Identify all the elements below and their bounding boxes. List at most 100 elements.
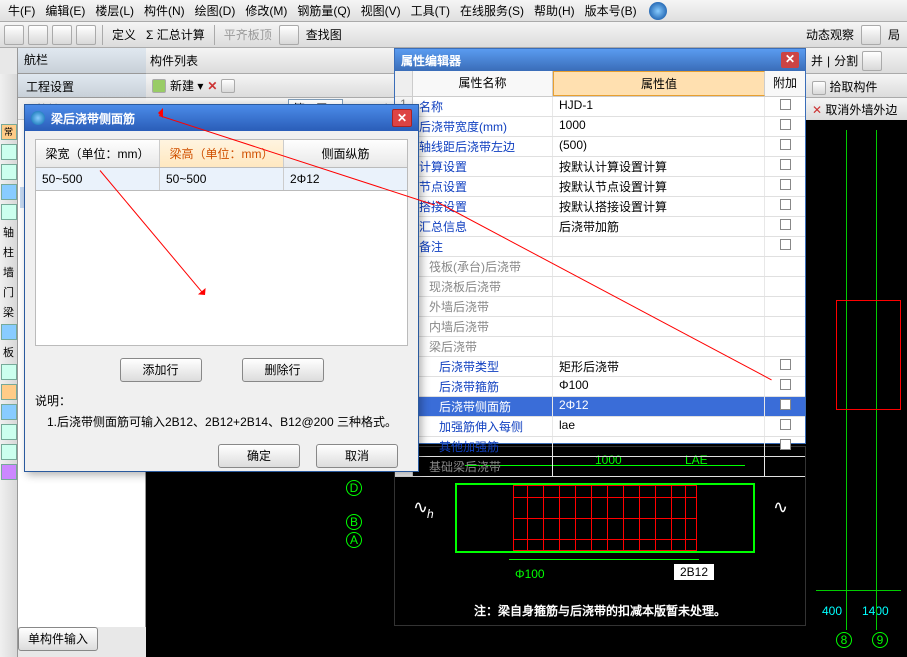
menu-floor[interactable]: 楼层(L) xyxy=(91,0,138,21)
vbtn-4[interactable] xyxy=(1,204,17,220)
prop-value[interactable] xyxy=(553,257,765,276)
tool-btn-5[interactable] xyxy=(279,25,299,45)
prop-row[interactable]: +基础梁后浇带 xyxy=(395,457,805,477)
menu-view[interactable]: 视图(V) xyxy=(357,0,405,21)
checkbox[interactable] xyxy=(780,159,791,170)
checkbox[interactable] xyxy=(780,419,791,430)
prop-extra[interactable] xyxy=(765,217,805,236)
prop-extra[interactable] xyxy=(765,457,805,476)
checkbox[interactable] xyxy=(780,239,791,250)
prop-row[interactable]: 后浇带类型矩形后浇带 xyxy=(395,357,805,377)
menu-online[interactable]: 在线服务(S) xyxy=(456,0,528,21)
search-button[interactable]: 查找图 xyxy=(303,26,345,43)
prop-value[interactable] xyxy=(553,317,765,336)
dialog-titlebar[interactable]: 梁后浇带侧面筋 ✕ xyxy=(25,105,418,131)
prop-extra[interactable] xyxy=(765,297,805,316)
vbtn-1[interactable] xyxy=(1,144,17,160)
checkbox[interactable] xyxy=(780,439,791,450)
prop-extra[interactable] xyxy=(765,337,805,356)
prop-extra[interactable] xyxy=(765,97,805,116)
prop-extra[interactable] xyxy=(765,137,805,156)
checkbox[interactable] xyxy=(780,99,791,110)
cell-height[interactable]: 50~500 xyxy=(160,168,284,190)
prop-row[interactable]: 加强筋伸入每侧lae xyxy=(395,417,805,437)
prop-row[interactable]: 其他加强筋 xyxy=(395,437,805,457)
vbtn-11[interactable] xyxy=(1,464,17,480)
prop-value[interactable]: lae xyxy=(553,417,765,436)
sum-button[interactable]: Σ 汇总计算 xyxy=(143,26,208,43)
col-height[interactable]: 梁高（单位：mm） xyxy=(160,140,284,167)
cancel-wall[interactable]: ✕ 取消外墙外边线 xyxy=(806,98,907,120)
close-x-icon[interactable]: ✕ xyxy=(207,79,217,93)
prop-value[interactable] xyxy=(553,237,765,256)
prop-value[interactable]: HJD-1 xyxy=(553,97,765,116)
prop-value[interactable]: 后浇带加筋 xyxy=(553,217,765,236)
tool-icon[interactable] xyxy=(862,51,882,71)
tool-btn-2[interactable] xyxy=(28,25,48,45)
tool-btn-1[interactable] xyxy=(4,25,24,45)
col-rebar[interactable]: 侧面纵筋 xyxy=(284,140,407,167)
prop-value[interactable] xyxy=(553,337,765,356)
cancel-button[interactable]: 取消 xyxy=(316,444,398,468)
menu-draw[interactable]: 绘图(D) xyxy=(191,0,240,21)
vbtn-5[interactable] xyxy=(1,324,17,340)
tool-btn-6[interactable] xyxy=(861,25,881,45)
menu-modify[interactable]: 修改(M) xyxy=(241,0,291,21)
prop-value[interactable]: 1000 xyxy=(553,117,765,136)
prop-row[interactable]: 后浇带箍筋Φ100 xyxy=(395,377,805,397)
prop-row[interactable]: 1名称HJD-1 xyxy=(395,97,805,117)
menu-help[interactable]: 帮助(H) xyxy=(530,0,579,21)
prop-value[interactable]: 矩形后浇带 xyxy=(553,357,765,376)
pick-component[interactable]: 拾取构件 xyxy=(806,74,907,98)
split-button[interactable]: 分割 xyxy=(834,52,858,69)
prop-extra[interactable] xyxy=(765,317,805,336)
prop-row[interactable]: 后浇带侧面筋2Φ12 xyxy=(395,397,805,417)
single-component-button[interactable]: 单构件输入 xyxy=(18,627,98,651)
project-header[interactable]: 工程设置 xyxy=(18,74,146,98)
cell-width[interactable]: 50~500 xyxy=(36,168,160,190)
prop-row[interactable]: 后浇带宽度(mm)1000 xyxy=(395,117,805,137)
vbtn-10[interactable] xyxy=(1,444,17,460)
prop-extra[interactable] xyxy=(765,177,805,196)
prop-row[interactable]: 搭接设置按默认搭接设置计算 xyxy=(395,197,805,217)
prop-row[interactable]: +现浇板后浇带 xyxy=(395,277,805,297)
menu-edit[interactable]: 编辑(E) xyxy=(41,0,89,21)
prop-row[interactable]: 轴线距后浇带左边(500) xyxy=(395,137,805,157)
prop-extra[interactable] xyxy=(765,237,805,256)
prop-row[interactable]: 汇总信息后浇带加筋 xyxy=(395,217,805,237)
prop-extra[interactable] xyxy=(765,157,805,176)
vbtn-9[interactable] xyxy=(1,424,17,440)
prop-extra[interactable] xyxy=(765,437,805,456)
copy-icon[interactable] xyxy=(221,79,235,93)
prop-close-button[interactable]: ✕ xyxy=(781,52,799,68)
bureau-button[interactable]: 局 xyxy=(885,26,903,43)
checkbox[interactable] xyxy=(780,359,791,370)
merge-button[interactable]: 并 xyxy=(811,52,823,69)
tool-btn-4[interactable] xyxy=(76,25,96,45)
prop-extra[interactable] xyxy=(765,257,805,276)
prop-value[interactable]: (500) xyxy=(553,137,765,156)
prop-extra[interactable] xyxy=(765,277,805,296)
tool-btn-3[interactable] xyxy=(52,25,72,45)
prop-row[interactable]: 计算设置按默认计算设置计算 xyxy=(395,157,805,177)
add-row-button[interactable]: 添加行 xyxy=(120,358,202,382)
prop-extra[interactable] xyxy=(765,377,805,396)
checkbox[interactable] xyxy=(780,219,791,230)
prop-value[interactable] xyxy=(553,457,765,476)
prop-extra[interactable] xyxy=(765,397,805,416)
checkbox[interactable] xyxy=(780,119,791,130)
prop-value[interactable]: Φ100 xyxy=(553,377,765,396)
vbtn-6[interactable] xyxy=(1,364,17,380)
checkbox[interactable] xyxy=(780,199,791,210)
cell-rebar[interactable]: 2Φ12 xyxy=(284,168,407,190)
new-button[interactable]: 新建 ▾ xyxy=(170,77,203,94)
prop-row[interactable]: -梁后浇带 xyxy=(395,337,805,357)
prop-row[interactable]: +筏板(承台)后浇带 xyxy=(395,257,805,277)
prop-extra[interactable] xyxy=(765,117,805,136)
checkbox[interactable] xyxy=(780,179,791,190)
flat-button[interactable]: 平齐板顶 xyxy=(221,26,275,43)
delete-row-button[interactable]: 删除行 xyxy=(242,358,324,382)
menu-version[interactable]: 版本号(B) xyxy=(581,0,641,21)
prop-row[interactable]: +外墙后浇带 xyxy=(395,297,805,317)
prop-titlebar[interactable]: 属性编辑器 ✕ xyxy=(395,49,805,71)
